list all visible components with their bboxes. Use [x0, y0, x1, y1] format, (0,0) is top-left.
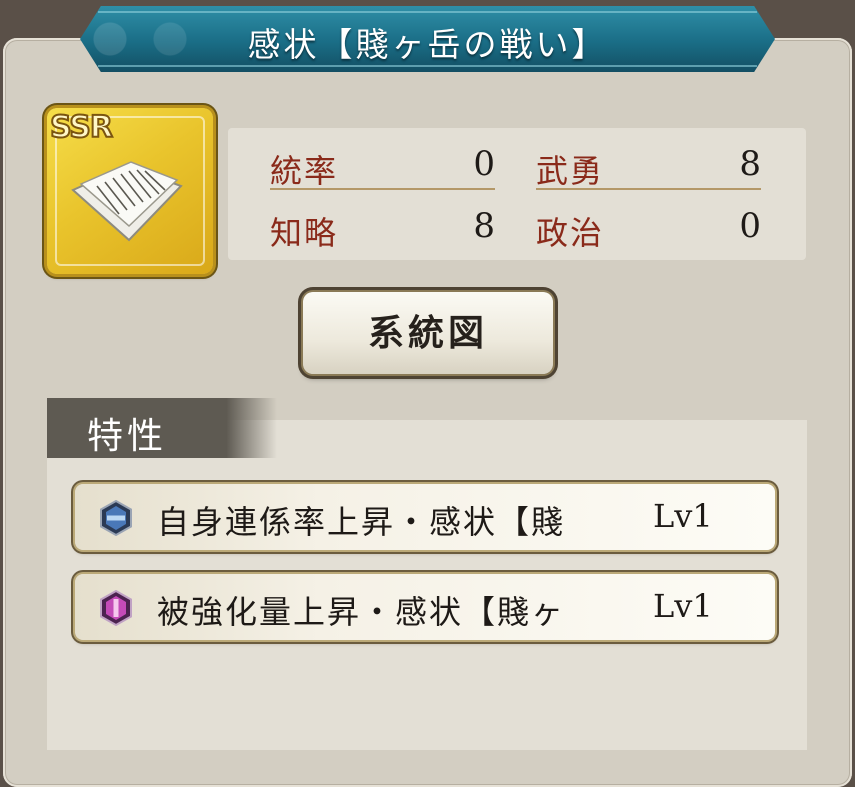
stat-value: 8 — [739, 144, 761, 184]
trait-level: Lv1 — [653, 587, 713, 625]
trait-name: 被強化量上昇・感状【賤ヶ — [157, 593, 566, 631]
stat-value: 8 — [473, 206, 495, 246]
system-chart-button[interactable]: 系統図 — [303, 292, 553, 374]
stat-politics: 政治 0 — [536, 200, 761, 252]
stat-label: 知略 — [270, 214, 339, 252]
stat-value: 0 — [739, 206, 761, 246]
stat-valor: 武勇 8 — [536, 138, 761, 190]
page-title: 感状【賤ヶ岳の戦い】 — [247, 25, 608, 64]
stats-box: 統率 0 武勇 8 知略 8 政治 0 — [228, 128, 806, 260]
traits-header-label: 特性 — [87, 416, 168, 457]
letter-scroll-icon — [71, 161, 183, 242]
trait-name: 自身連係率上昇・感状【賤 — [157, 503, 566, 541]
stat-intellect: 知略 8 — [270, 200, 495, 252]
item-card[interactable]: SSR — [47, 108, 213, 274]
stat-leadership: 統率 0 — [270, 138, 495, 190]
magenta-hexagon-icon — [100, 590, 132, 626]
blue-hexagon-icon — [100, 500, 132, 536]
rarity-badge: SSR — [49, 109, 114, 146]
trait-level: Lv1 — [653, 497, 713, 535]
trait-item[interactable]: 被強化量上昇・感状【賤ヶ Lv1 — [75, 574, 775, 640]
stat-label: 統率 — [270, 152, 339, 190]
stat-value: 0 — [473, 144, 495, 184]
trait-item[interactable]: 自身連係率上昇・感状【賤 Lv1 — [75, 484, 775, 550]
stat-label: 武勇 — [536, 152, 605, 190]
traits-header: 特性 — [47, 398, 277, 458]
title-banner: 感状【賤ヶ岳の戦い】 — [80, 6, 775, 72]
system-chart-button-label: 系統図 — [367, 312, 488, 354]
stat-label: 政治 — [536, 214, 605, 252]
